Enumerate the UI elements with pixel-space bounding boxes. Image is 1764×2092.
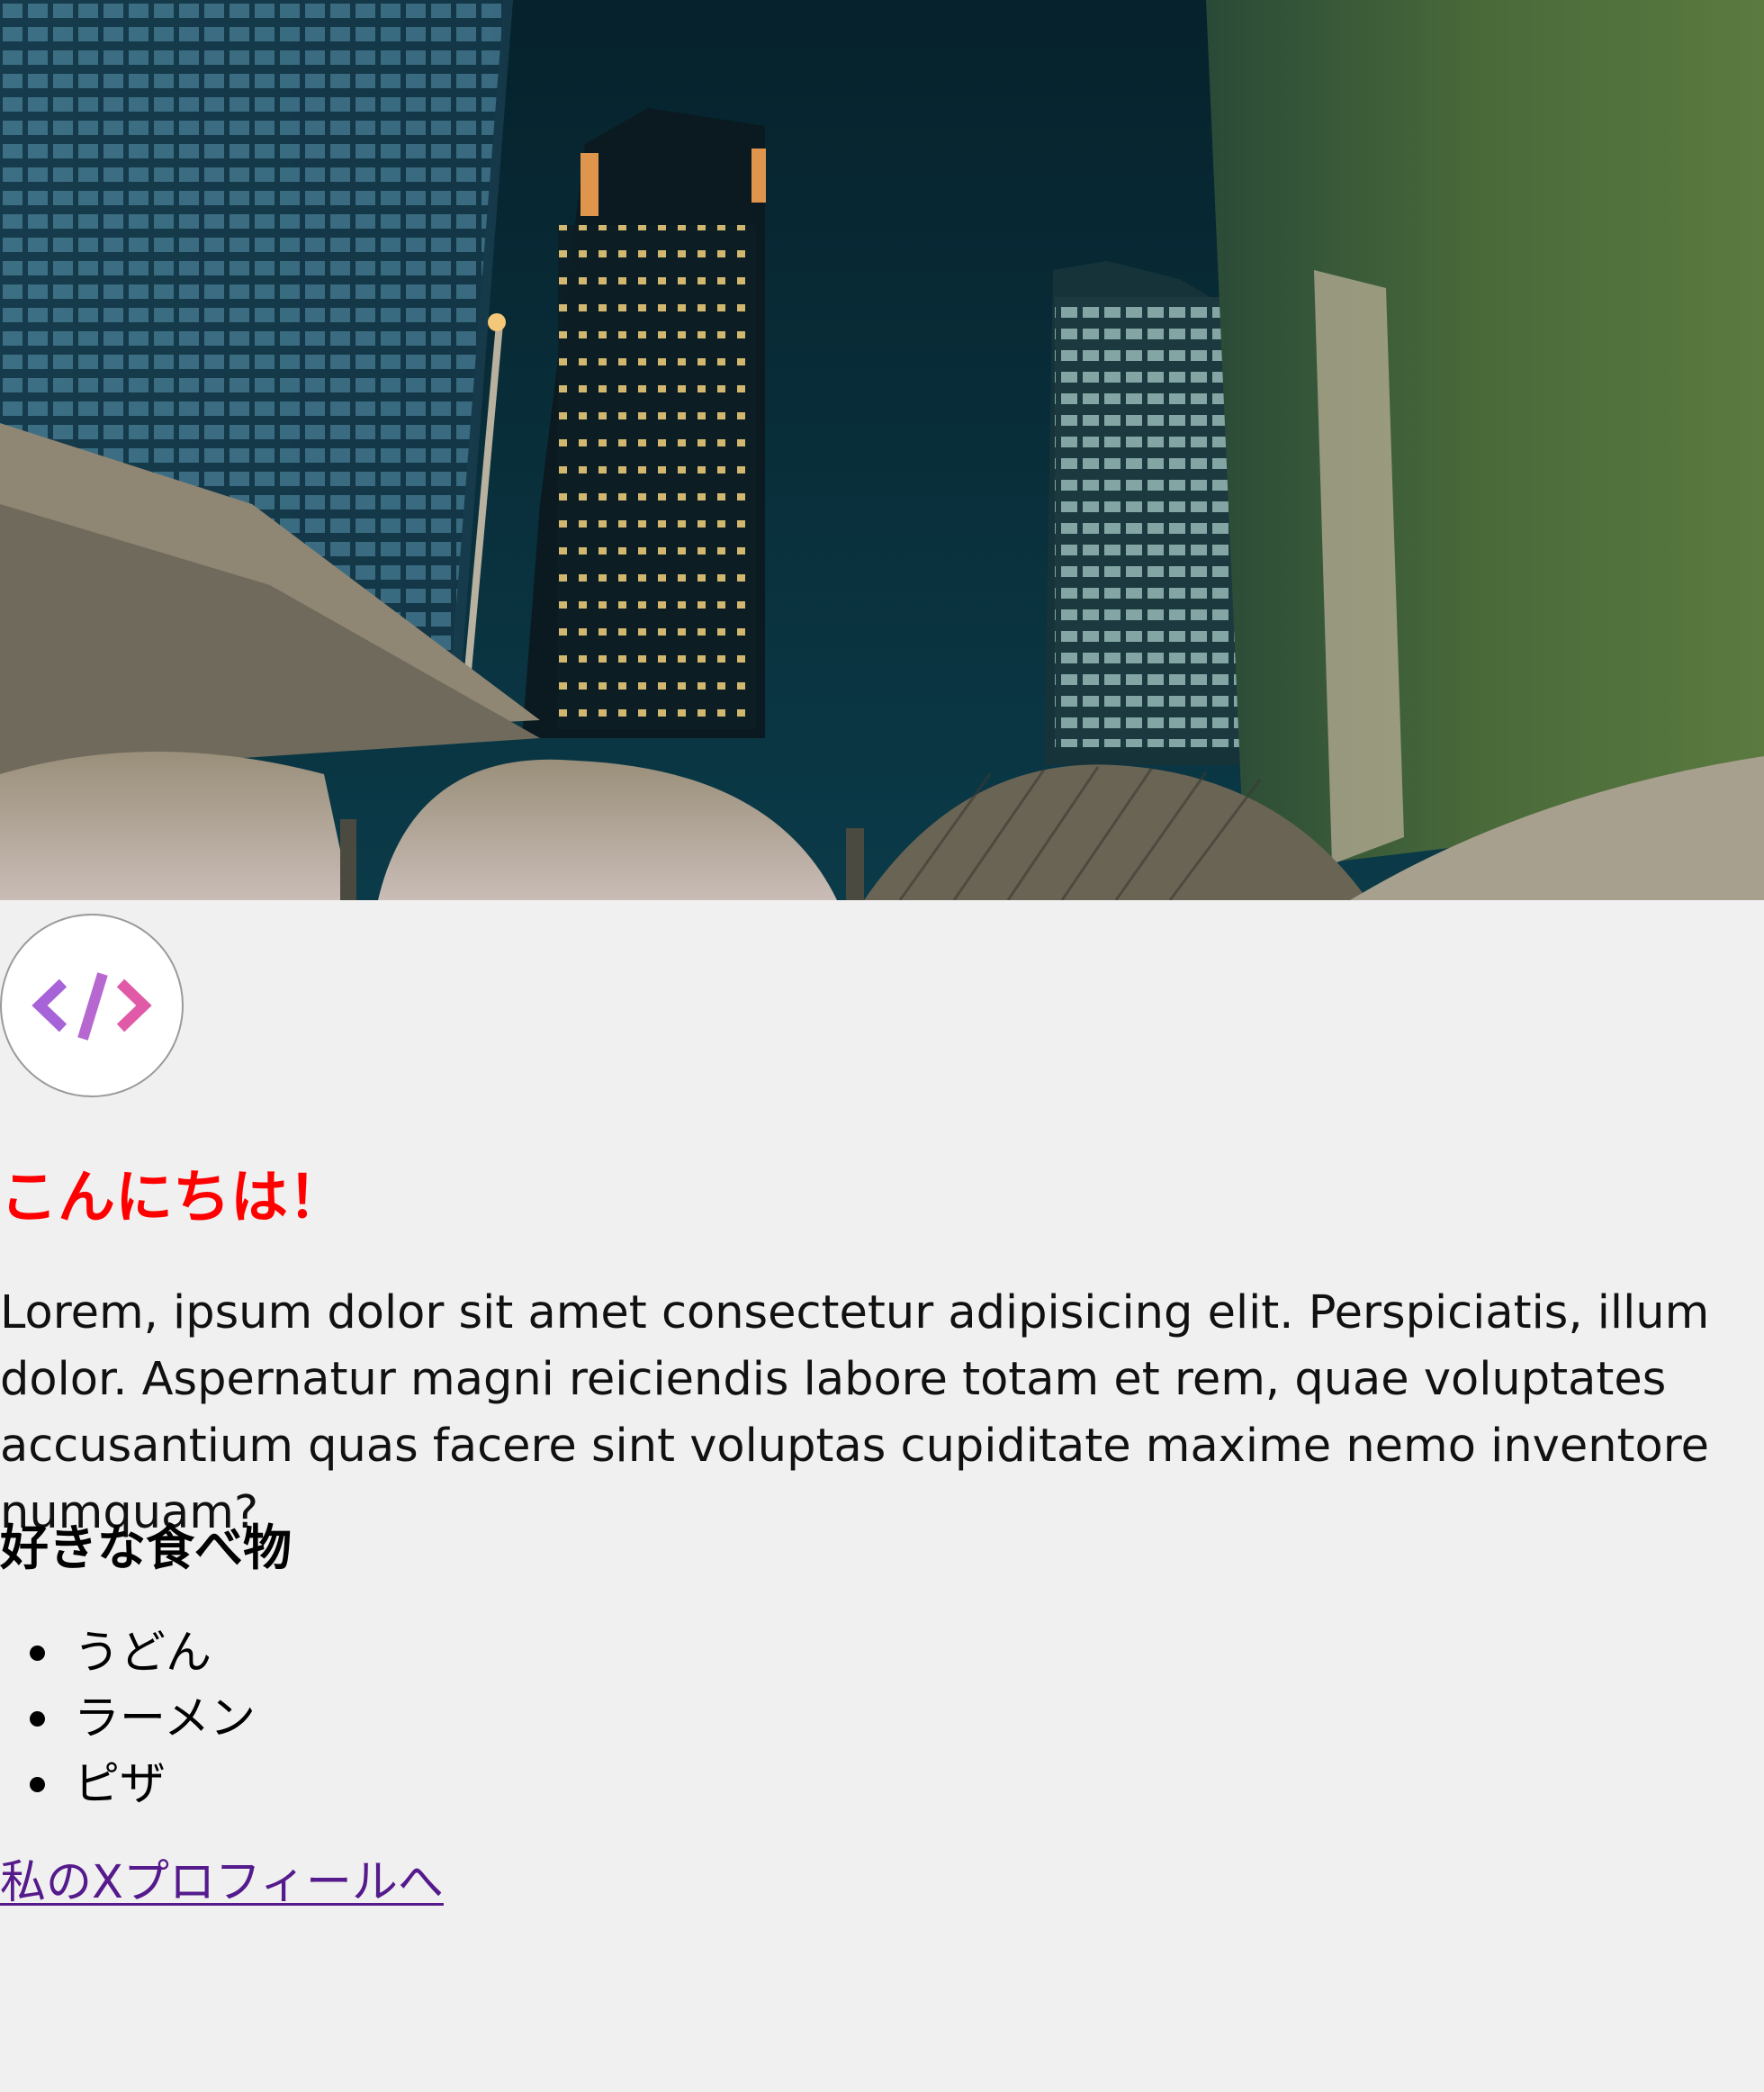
bullet-icon — [30, 1777, 45, 1792]
intro-paragraph: Lorem, ipsum dolor sit amet consectetur … — [0, 1286, 1710, 1539]
favorite-food-list: うどん ラーメン ピザ — [0, 1620, 256, 1817]
avatar — [0, 914, 184, 1097]
x-profile-link[interactable]: 私のXプロフィールへ — [0, 1851, 444, 1916]
hero-image — [0, 0, 1764, 900]
list-item-label: ラーメン — [74, 1692, 256, 1745]
bullet-icon — [30, 1711, 45, 1727]
list-item: ピザ — [0, 1752, 256, 1817]
code-brackets-icon — [32, 972, 152, 1041]
page-title: こんにちは！ — [0, 1165, 346, 1231]
list-item: うどん — [0, 1620, 256, 1686]
list-item: ラーメン — [0, 1686, 256, 1752]
list-item-label: ピザ — [74, 1758, 166, 1811]
favorite-food-heading: 好きな食べ物 — [0, 1519, 292, 1576]
bullet-icon — [30, 1646, 45, 1661]
list-item-label: うどん — [74, 1627, 212, 1680]
